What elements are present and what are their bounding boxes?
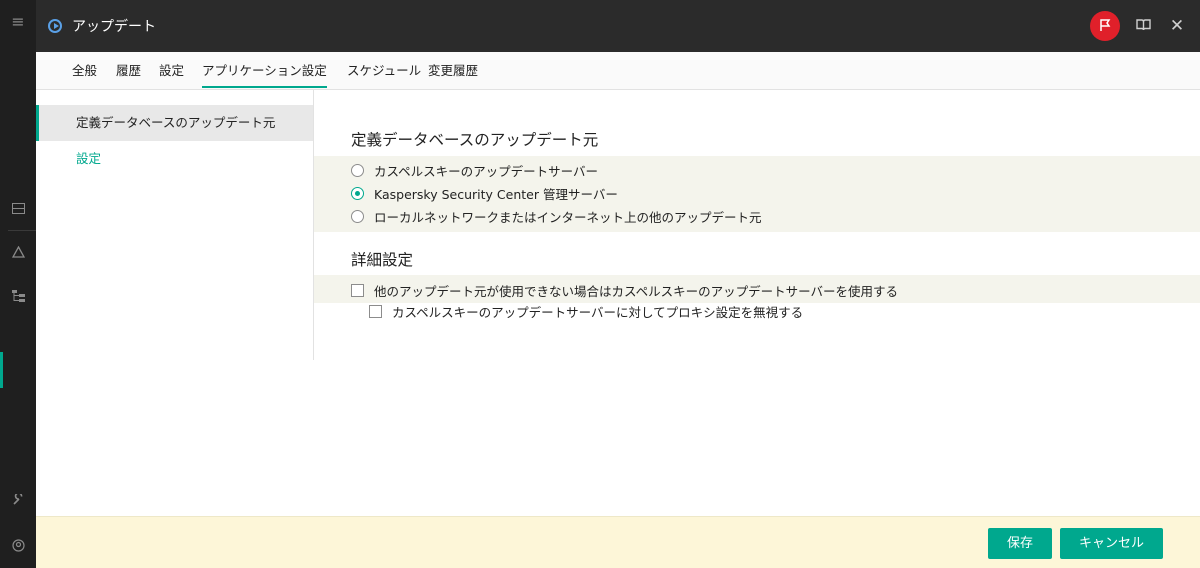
menu-icon[interactable]: ≡ [0,10,36,32]
tab-application-settings[interactable]: アプリケーション設定 [202,52,327,90]
rail-divider [8,230,36,231]
update-dialog: アップデート ✕ 全般 履歴 設定 アプリケーション設定 スケジュール 変更履歴… [36,0,1200,568]
close-icon[interactable]: ✕ [1166,16,1188,36]
tree-icon[interactable] [0,286,36,306]
dialog-footer: 保存 キャンセル [36,516,1200,568]
radio-label: Kaspersky Security Center 管理サーバー [374,187,618,202]
book-icon[interactable] [1132,17,1154,35]
tab-history[interactable]: 履歴 [116,52,141,90]
save-button[interactable]: 保存 [988,528,1052,559]
advanced-settings-title: 詳細設定 [351,251,414,269]
radio-label: カスペルスキーのアップデートサーバー [374,164,599,179]
dialog-title: アップデート [72,19,156,35]
sidebar-item-settings[interactable]: 設定 [36,141,313,177]
wrench-icon[interactable] [0,490,36,510]
checkbox[interactable] [369,305,382,318]
tab-general[interactable]: 全般 [72,52,97,90]
checkbox-ignore-proxy[interactable]: カスペルスキーのアップデートサーバーに対してプロキシ設定を無視する [369,302,803,321]
list-icon[interactable] [0,198,36,218]
app-rail: ≡ [0,0,36,568]
radio-button[interactable] [351,210,364,223]
flag-icon [1098,17,1112,36]
settings-content: 定義データベースのアップデート元 カスペルスキーのアップデートサーバー Kasp… [314,90,1200,390]
radio-button[interactable] [351,164,364,177]
cancel-button[interactable]: キャンセル [1060,528,1163,559]
rail-active-indicator [0,352,3,388]
update-task-icon [48,19,62,33]
checkbox[interactable] [351,284,364,297]
radio-ksc-admin-server[interactable]: Kaspersky Security Center 管理サーバー [351,184,618,203]
title-bar: アップデート ✕ [36,0,1200,52]
radio-label: ローカルネットワークまたはインターネット上の他のアップデート元 [374,210,762,225]
warning-icon[interactable] [0,242,36,262]
tab-change-history[interactable]: 変更履歴 [428,52,478,90]
checkbox-label: 他のアップデート元が使用できない場合はカスペルスキーのアップデートサーバーを使用… [374,284,899,299]
radio-other-update-source[interactable]: ローカルネットワークまたはインターネット上の他のアップデート元 [351,207,762,226]
checkbox-label: カスペルスキーのアップデートサーバーに対してプロキシ設定を無視する [392,305,804,320]
radio-kaspersky-update-servers[interactable]: カスペルスキーのアップデートサーバー [351,161,598,180]
sidebar-item-update-source[interactable]: 定義データベースのアップデート元 [36,105,313,141]
checkbox-use-kaspersky-servers-fallback[interactable]: 他のアップデート元が使用できない場合はカスペルスキーのアップデートサーバーを使用… [351,281,898,300]
settings-sidebar: 定義データベースのアップデート元 設定 [36,90,314,360]
account-icon[interactable] [0,535,36,555]
tab-bar: 全般 履歴 設定 アプリケーション設定 スケジュール 変更履歴 [36,52,1200,90]
tab-settings[interactable]: 設定 [159,52,184,90]
flag-button[interactable] [1090,11,1120,41]
tab-schedule[interactable]: スケジュール [347,52,421,90]
radio-button-selected[interactable] [351,187,364,200]
update-source-section-title: 定義データベースのアップデート元 [351,131,599,149]
